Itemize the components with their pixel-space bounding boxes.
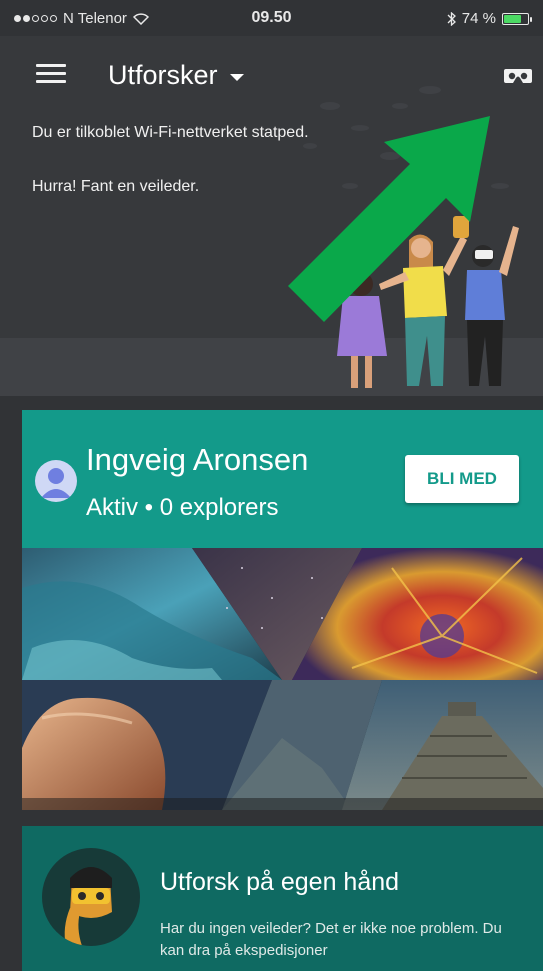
guide-card[interactable]: Ingveig Aronsen Aktiv • 0 explorers BLI … <box>22 410 543 548</box>
bluetooth-icon <box>447 11 456 26</box>
dropdown-caret-icon <box>229 74 244 81</box>
explore-title: Utforsk på egen hånd <box>160 868 400 896</box>
status-bar: N Telenor 09.50 74 % <box>0 0 543 36</box>
expeditions-collage[interactable] <box>22 548 543 810</box>
explorer-avatar-icon <box>42 848 140 946</box>
header-hero: Utforsker Du er tilkoblet Wi-Fi-nettverk… <box>0 36 543 396</box>
screen: N Telenor 09.50 74 % Utforsker Du er til… <box>0 0 543 971</box>
app-title: Utforsker <box>108 60 218 90</box>
vr-headset-icon[interactable] <box>503 66 533 86</box>
green-arrow-annotation <box>288 116 490 322</box>
explore-description: Har du ingen veileder? Det er ikke noe p… <box>160 920 502 959</box>
join-button[interactable]: BLI MED <box>405 455 519 503</box>
menu-icon[interactable] <box>36 64 66 86</box>
toolbar: Utforsker <box>0 52 543 96</box>
battery-info: 74 % <box>447 10 532 27</box>
guide-name: Ingveig Aronsen <box>86 442 309 477</box>
battery-percent: 74 % <box>461 10 496 27</box>
avatar-icon <box>35 460 77 502</box>
expedition-images <box>22 548 543 810</box>
mode-dropdown[interactable]: Utforsker <box>108 60 244 91</box>
battery-icon <box>502 12 532 25</box>
guide-status: Aktiv • 0 explorers <box>86 494 279 521</box>
explore-alone-card[interactable]: Utforsk på egen hånd Har du ingen veiled… <box>22 826 543 971</box>
